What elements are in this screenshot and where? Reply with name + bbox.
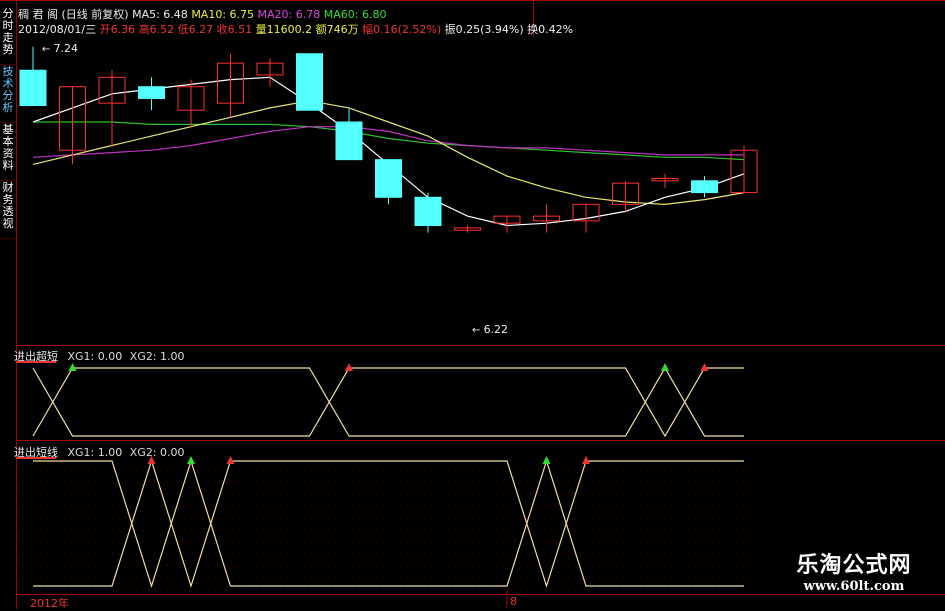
stock-name: 稠 君 阁 [18, 8, 58, 21]
price-high-marker: ← 7.24 [42, 42, 79, 55]
candle-6 [256, 58, 284, 87]
candle-4 [177, 79, 205, 127]
turnover-label: 换0.42% [527, 23, 574, 36]
indicator2-signal-arrow [226, 456, 235, 464]
open-label: 开6.36 [99, 23, 136, 36]
candle-11 [454, 225, 481, 233]
indicator1-name: 进出超短 [14, 350, 58, 363]
indicator1-xg1-line [32, 367, 744, 438]
indicator2-signal-arrow [582, 456, 590, 464]
site-watermark: 乐淘公式网 www.60lt.com [769, 547, 939, 605]
candle-12 [493, 215, 521, 233]
candle-body [691, 180, 718, 194]
candle-13 [533, 204, 560, 233]
candle-body [414, 196, 442, 227]
ma10-label: MA10: 6.75 [191, 8, 255, 21]
ma60-label: MA60: 6.80 [323, 8, 387, 21]
indicator1-title: 进出超短 XG1: 0.00 XG2: 1.00 [14, 348, 185, 364]
candle-10 [414, 192, 442, 233]
candle-15 [612, 180, 639, 212]
candle-17 [691, 176, 718, 198]
tab-fundamentals[interactable]: 基本资料 [0, 124, 16, 181]
watermark-title: 乐淘公式网 [796, 552, 912, 578]
candlesticks [19, 46, 758, 233]
frame-line-2 [16, 345, 945, 346]
ma20-label: MA20: 6.78 [257, 8, 321, 21]
amplitude-label: 振0.25(3.94%) [444, 23, 524, 36]
amount-label: 额746万 [315, 23, 359, 36]
indicator1-signal-arrow [700, 363, 709, 371]
candle-16 [651, 173, 679, 188]
candle-body [375, 159, 402, 198]
indicator1-signal-arrow [661, 363, 669, 371]
candle-14 [572, 203, 600, 233]
indicator1-signal-arrow [68, 363, 77, 371]
price-low-marker: ← 6.22 [472, 323, 509, 336]
candle-body [335, 121, 363, 161]
candle-3 [138, 77, 165, 111]
change-label: 幅0.16(2.52%) [362, 23, 442, 36]
volume-label: 量11600.2 [255, 23, 313, 36]
indicator2-xg2-line [33, 459, 744, 588]
indicator2-xg1-line [33, 459, 744, 588]
x-axis-month: 8 [510, 595, 517, 608]
header-row2: 2012/08/01/三 开6.36 高6.52 低6.27 收6.51 量11… [18, 21, 573, 37]
candle-2 [98, 70, 126, 146]
candle-9 [375, 159, 402, 205]
indicator2-xg1: XG1: 1.00 [67, 446, 123, 459]
indicator2-xg2: XG2: 0.00 [129, 446, 185, 459]
candle-0 [19, 46, 47, 107]
candle-18 [730, 145, 758, 194]
candle-8 [335, 107, 363, 161]
tab-financials[interactable]: 财务透视 [0, 182, 16, 239]
candle-7 [296, 53, 323, 111]
indicator2-signal-arrow [187, 456, 195, 464]
candle-5 [217, 53, 244, 118]
ma60-line [33, 121, 745, 161]
period-label: (日线 前复权) [61, 8, 129, 21]
tab-timeshare[interactable]: 分时走势 [0, 8, 16, 65]
ma5-label: MA5: 6.48 [132, 8, 188, 21]
indicator1-xg2-line [32, 366, 744, 437]
candle-body [296, 53, 323, 111]
date-label: 2012/08/01/三 [18, 23, 97, 36]
close-label: 收6.51 [216, 23, 253, 36]
indicator2-title: 进出短线 XG1: 1.00 XG2: 0.00 [14, 444, 185, 460]
ma20-line [32, 126, 744, 158]
header-row1: 稠 君 阁 (日线 前复权) MA5: 6.48 MA10: 6.75 MA20… [18, 6, 386, 22]
indicator2-signal-arrow [542, 456, 551, 464]
tab-technical[interactable]: 技术分析 [0, 66, 16, 123]
indicator1-xg2: XG2: 1.00 [129, 350, 185, 363]
frame-line-3 [16, 440, 945, 441]
watermark-url: www.60lt.com [803, 579, 905, 594]
indicator1-xg1: XG1: 0.00 [67, 350, 123, 363]
high-label: 高6.52 [138, 23, 175, 36]
candle-body [138, 86, 165, 99]
candle-body [19, 69, 47, 107]
indicator1-lines [32, 363, 744, 438]
frame-line-0 [0, 0, 945, 1]
indicator1-signal-arrow [345, 363, 353, 371]
kline-chart[interactable] [0, 0, 945, 609]
indicator2-name: 进出短线 [14, 446, 58, 459]
low-label: 低6.27 [177, 23, 214, 36]
